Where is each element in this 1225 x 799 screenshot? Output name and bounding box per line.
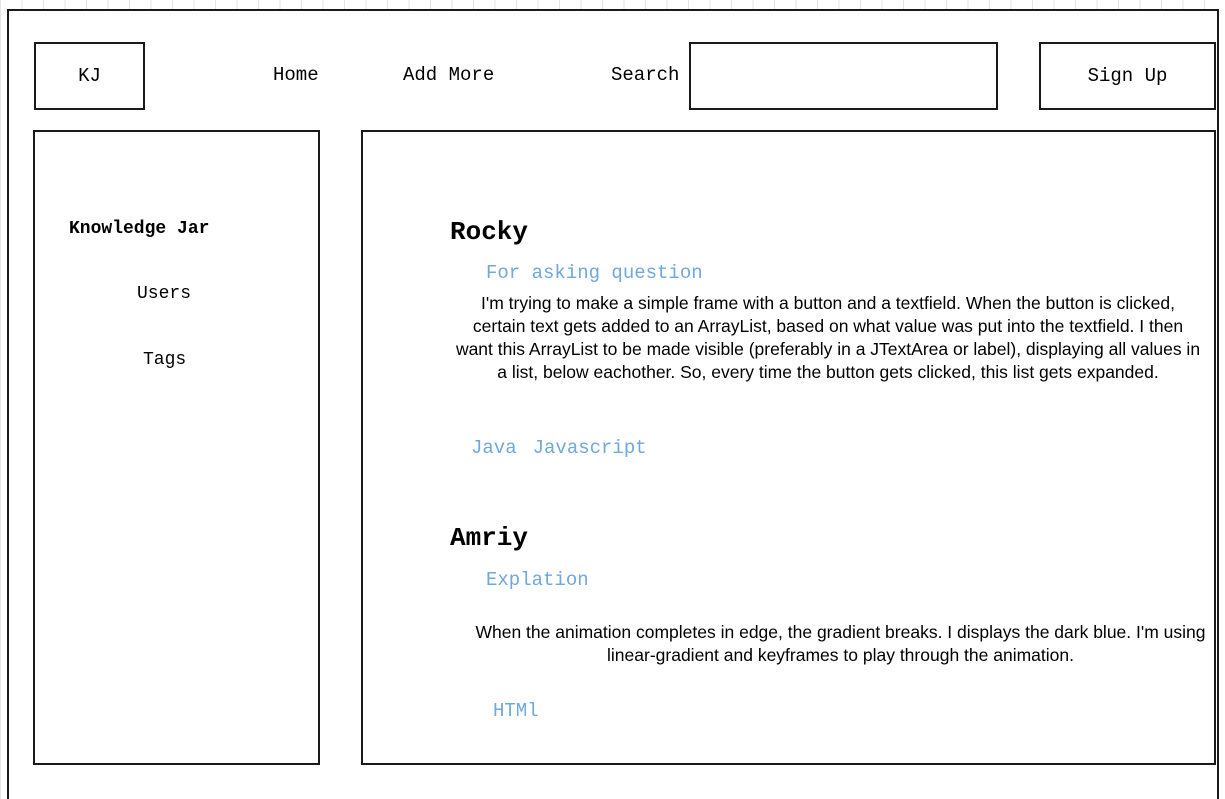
question-tags: Java Javascript — [471, 437, 663, 459]
search-input[interactable] — [689, 42, 998, 110]
sidebar-item-users[interactable]: Users — [137, 283, 191, 305]
logo-text: KJ — [78, 65, 101, 87]
question-author: Rocky — [450, 217, 529, 247]
question-body: I'm trying to make a simple frame with a… — [455, 293, 1201, 382]
sidebar-brand[interactable]: Knowledge Jar — [69, 218, 209, 240]
logo-button[interactable]: KJ — [34, 42, 145, 110]
question-feed: Rocky For asking question I'm trying to … — [361, 130, 1216, 765]
question-title[interactable]: For asking question — [486, 262, 703, 284]
search-label: Search — [611, 64, 680, 86]
sidebar-item-tags[interactable]: Tags — [143, 349, 186, 371]
nav-home-link[interactable]: Home — [273, 63, 319, 87]
tag-link[interactable]: Javascript — [533, 437, 647, 459]
tag-link[interactable]: HTMl — [493, 700, 539, 722]
app-frame: KJ Home Add More Search Sign Up Knowledg… — [7, 9, 1219, 799]
sidebar: Knowledge Jar Users Tags — [33, 130, 320, 765]
question-body: When the animation completes in edge, th… — [475, 622, 1206, 665]
question-tags: HTMl — [493, 700, 555, 722]
question-author: Amriy — [450, 523, 529, 553]
question-title[interactable]: Explation — [486, 569, 589, 591]
sign-up-button[interactable]: Sign Up — [1039, 42, 1216, 110]
tag-link[interactable]: Java — [471, 437, 517, 459]
nav-add-more-link[interactable]: Add More — [403, 63, 494, 87]
sign-up-label: Sign Up — [1087, 65, 1168, 87]
